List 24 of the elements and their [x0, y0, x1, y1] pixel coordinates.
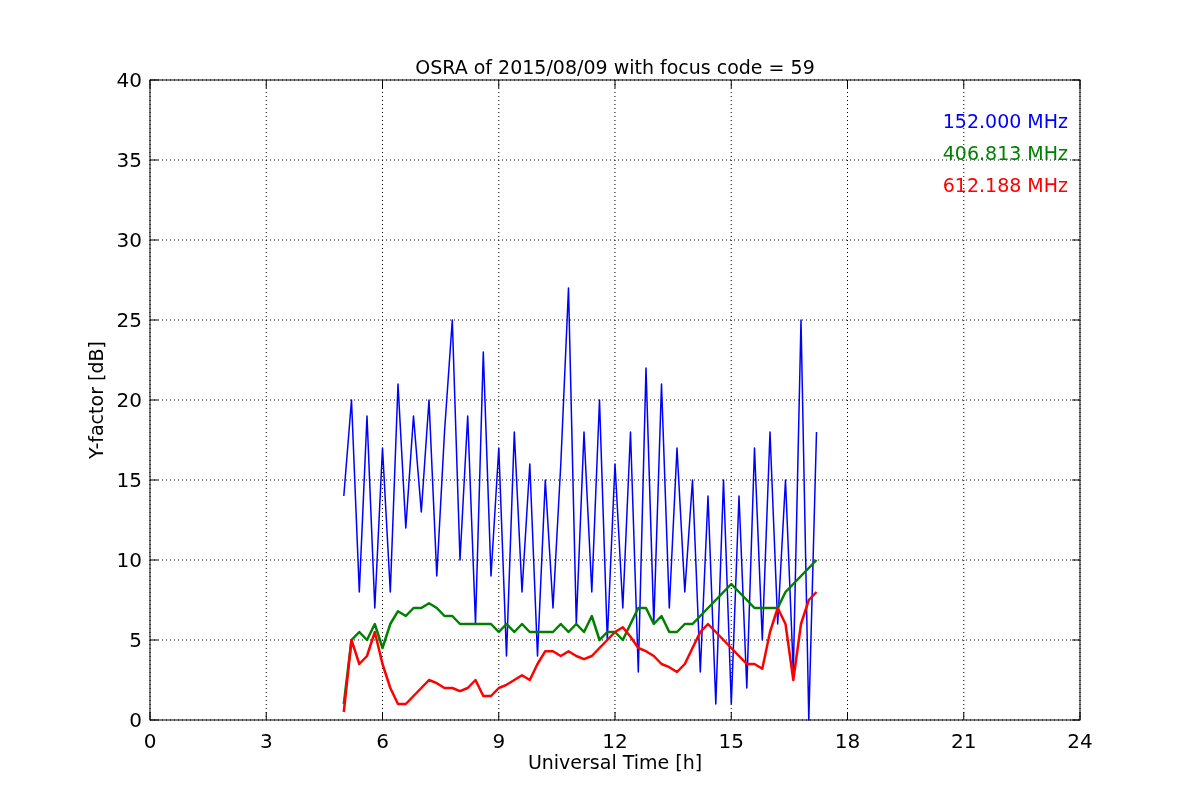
y-tick-label: 35	[116, 148, 142, 172]
y-tick-label: 40	[116, 68, 142, 92]
x-tick-label: 24	[1067, 729, 1093, 753]
y-tick-label: 10	[116, 548, 142, 572]
x-tick-label: 18	[834, 729, 861, 753]
y-tick-label: 0	[129, 708, 142, 732]
y-tick-label: 5	[129, 628, 142, 652]
x-tick-label: 9	[492, 729, 506, 753]
y-tick-label: 25	[116, 308, 142, 332]
x-axis-label: Universal Time [h]	[527, 751, 703, 773]
y-axis-label: Y-factor [dB]	[85, 341, 107, 459]
x-tick-label: 3	[259, 729, 273, 753]
y-tick-label: 30	[116, 228, 142, 252]
x-tick-label: 12	[602, 729, 628, 753]
x-tick-label: 0	[143, 729, 157, 753]
legend-label: 612.188 MHz	[942, 174, 1068, 196]
legend-label: 152.000 MHz	[942, 110, 1068, 132]
x-tick-label: 15	[718, 729, 744, 753]
x-tick-label: 21	[951, 729, 977, 753]
legend-label: 406.813 MHz	[942, 142, 1068, 164]
x-tick-label: 6	[376, 729, 389, 753]
y-tick-label: 20	[116, 388, 142, 412]
y-tick-label: 15	[116, 468, 142, 492]
chart-title: OSRA of 2015/08/09 with focus code = 59	[415, 56, 815, 78]
